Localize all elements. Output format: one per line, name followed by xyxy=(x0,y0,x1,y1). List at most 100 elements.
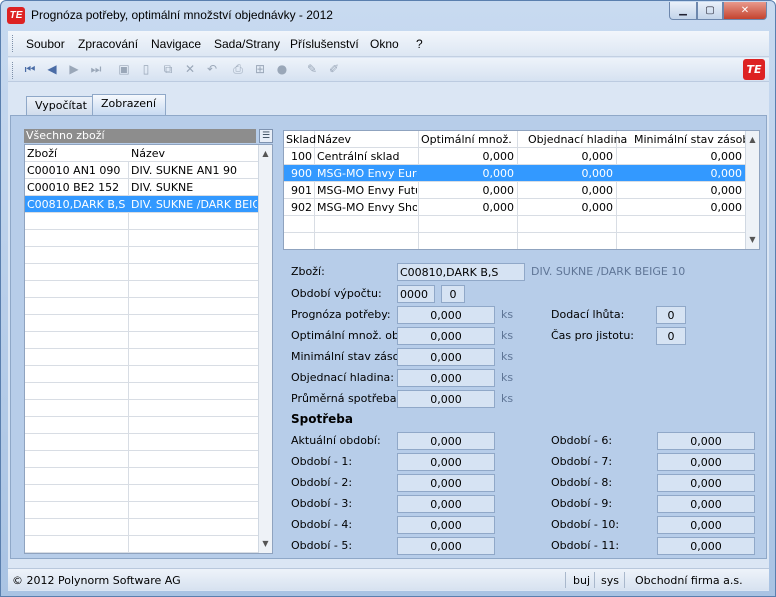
empty-row xyxy=(25,502,258,519)
warehouse-scrollbar[interactable]: ▲ ▼ xyxy=(745,131,759,249)
table-row[interactable]: 900 MSG-MO Envy Europ 0,000 0,000 0,000 xyxy=(284,165,745,182)
spotreba-period-label: Období - 10: xyxy=(551,518,620,531)
scroll-up-icon[interactable]: ▲ xyxy=(261,149,270,158)
list-options-icon[interactable]: ☰ xyxy=(259,129,273,143)
minimize-button[interactable]: ▁ xyxy=(669,2,697,20)
menu-okno[interactable]: Okno xyxy=(370,37,399,51)
title-bar[interactable]: TE Prognóza potřeby, optimální množství … xyxy=(1,1,775,31)
tab-vypocitat[interactable]: Vypočítat xyxy=(26,96,94,115)
col-header-optimal[interactable]: Optimální množ. obj. xyxy=(421,133,515,146)
col-header-order-level[interactable]: Objednací hladina xyxy=(528,133,627,146)
minimalni-stav-zasob-field[interactable]: 0,000 xyxy=(397,348,495,366)
scroll-down-icon[interactable]: ▼ xyxy=(261,539,270,548)
spotreba-period-field[interactable]: 0,000 xyxy=(397,495,495,513)
empty-row xyxy=(25,349,258,366)
menu-soubor[interactable]: Soubor xyxy=(26,37,65,51)
goods-list-header-row: Zboží Název xyxy=(25,145,258,162)
zbozi-field[interactable]: C00810,DARK B,S xyxy=(397,263,525,281)
goods-code: C00010 BE2 152 xyxy=(27,181,120,194)
menu-sada-strany[interactable]: Sada/Strany xyxy=(214,37,280,51)
last-record-icon[interactable]: ⏭ xyxy=(88,61,104,77)
scroll-up-icon[interactable]: ▲ xyxy=(748,135,757,144)
spotreba-period-field[interactable]: 0,000 xyxy=(657,453,755,471)
menu-grip[interactable] xyxy=(12,35,15,52)
tab-zobrazeni[interactable]: Zobrazení xyxy=(92,94,166,116)
edit-icon[interactable]: ✎ xyxy=(304,61,320,77)
col-header-nazev[interactable]: Název xyxy=(317,133,351,146)
spotreba-period-field[interactable]: 0,000 xyxy=(397,537,495,555)
goods-code: C00010 AN1 090 xyxy=(27,164,121,177)
obdobi-year-field[interactable]: 0000 xyxy=(397,285,435,303)
table-row[interactable]: 902 MSG-MO Envy Shopp 0,000 0,000 0,000 xyxy=(284,199,745,216)
first-record-icon[interactable]: ⏮ xyxy=(22,61,38,77)
menu-prislusenstvi[interactable]: Příslušenství xyxy=(290,37,359,51)
tree-icon[interactable]: ⊞ xyxy=(252,61,268,77)
cell-min-stock: 0,000 xyxy=(710,201,743,214)
goods-list-header: Všechno zboží xyxy=(24,129,256,143)
toolbar-grip[interactable] xyxy=(12,62,15,79)
previous-record-icon[interactable]: ◀ xyxy=(44,61,60,77)
spotreba-period-field[interactable]: 0,000 xyxy=(397,453,495,471)
table-row[interactable]: 100 Centrální sklad 0,000 0,000 0,000 xyxy=(284,148,745,165)
print-icon[interactable]: ⎙ xyxy=(230,61,246,77)
maximize-button[interactable]: ▢ xyxy=(697,2,723,20)
new-document-icon[interactable]: ▯ xyxy=(138,61,154,77)
copy-icon[interactable]: ⧉ xyxy=(160,61,176,77)
list-item[interactable]: C00010 BE2 152 DIV. SUKNE xyxy=(25,179,258,196)
dodaci-lhuta-field[interactable]: 0 xyxy=(656,306,686,324)
pencil-icon[interactable]: ✐ xyxy=(326,61,342,77)
close-button[interactable]: ✕ xyxy=(723,2,767,20)
unit-label: ks xyxy=(501,371,514,384)
spotreba-period-label: Období - 8: xyxy=(551,476,613,489)
empty-row xyxy=(25,315,258,332)
spotreba-period-field[interactable]: 0,000 xyxy=(657,516,755,534)
delete-icon[interactable]: ✕ xyxy=(182,61,198,77)
cas-pro-jistotu-field[interactable]: 0 xyxy=(656,327,686,345)
toolbar: ⏮ ◀ ▶ ⏭ ▣ ▯ ⧉ ✕ ↶ ⎙ ⊞ ● ✎ ✐ TE xyxy=(8,58,769,82)
menu-navigace[interactable]: Navigace xyxy=(151,37,201,51)
cell-optimal: 0,000 xyxy=(482,184,515,197)
obdobi-period-field[interactable]: 0 xyxy=(441,285,465,303)
objednaci-hladina-field[interactable]: 0,000 xyxy=(397,369,495,387)
spotreba-period-field[interactable]: 0,000 xyxy=(657,537,755,555)
spotreba-period-field[interactable]: 0,000 xyxy=(397,474,495,492)
goods-name: DIV. SUKNE xyxy=(131,181,194,194)
col-header-zbozi[interactable]: Zboží xyxy=(27,147,127,160)
cell-optimal: 0,000 xyxy=(482,201,515,214)
prognoza-potreby-field[interactable]: 0,000 xyxy=(397,306,495,324)
spotreba-period-field[interactable]: 0,000 xyxy=(397,432,495,450)
list-item-selected[interactable]: C00810,DARK B,S DIV. SUKNE /DARK BEIGE xyxy=(25,196,258,213)
col-header-min-stock[interactable]: Minimální stav zásob xyxy=(634,133,749,146)
empty-row xyxy=(25,298,258,315)
next-record-icon[interactable]: ▶ xyxy=(66,61,82,77)
undo-icon[interactable]: ↶ xyxy=(204,61,220,77)
cell-sklad: 901 xyxy=(291,184,312,197)
goods-list-scrollbar[interactable]: ▲ ▼ xyxy=(258,145,272,553)
scroll-down-icon[interactable]: ▼ xyxy=(748,235,757,244)
spotreba-period-field[interactable]: 0,000 xyxy=(397,516,495,534)
spotreba-period-field[interactable]: 0,000 xyxy=(657,474,755,492)
table-row[interactable]: 901 MSG-MO Envy Futuru 0,000 0,000 0,000 xyxy=(284,182,745,199)
goods-name: DIV. SUKNE /DARK BEIGE xyxy=(131,198,257,211)
optimalni-mnoz-obj-field[interactable]: 0,000 xyxy=(397,327,495,345)
prumerna-spotreba-field[interactable]: 0,000 xyxy=(397,390,495,408)
spotreba-period-label: Období - 2: xyxy=(291,476,353,489)
cell-order-level: 0,000 xyxy=(581,167,614,180)
empty-row xyxy=(25,383,258,400)
list-item[interactable]: C00010 AN1 090 DIV. SUKNE AN1 90 xyxy=(25,162,258,179)
spotreba-period-field[interactable]: 0,000 xyxy=(657,495,755,513)
col-header-sklad[interactable]: Sklad xyxy=(286,133,316,146)
menu-help[interactable]: ? xyxy=(416,37,423,51)
col-header-nazev[interactable]: Název xyxy=(131,147,257,160)
goods-list[interactable]: Zboží Název C00010 AN1 090 DIV. SUKNE AN… xyxy=(24,144,273,554)
stop-icon[interactable]: ● xyxy=(274,61,290,77)
save-icon[interactable]: ▣ xyxy=(116,61,132,77)
spotreba-period-field[interactable]: 0,000 xyxy=(657,432,755,450)
menu-zpracovani[interactable]: Zpracování xyxy=(78,37,138,51)
obdobi-vypoctu-label: Období výpočtu: xyxy=(291,287,382,300)
menu-bar: Soubor Zpracování Navigace Sada/Strany P… xyxy=(8,31,769,57)
warehouse-table[interactable]: Sklad Název Optimální množ. obj. Objedna… xyxy=(283,130,760,250)
spotreba-period-label: Období - 11: xyxy=(551,539,620,552)
spotreba-section-title: Spotřeba xyxy=(291,412,353,426)
zbozi-description: DIV. SUKNE /DARK BEIGE 10 xyxy=(531,265,686,278)
